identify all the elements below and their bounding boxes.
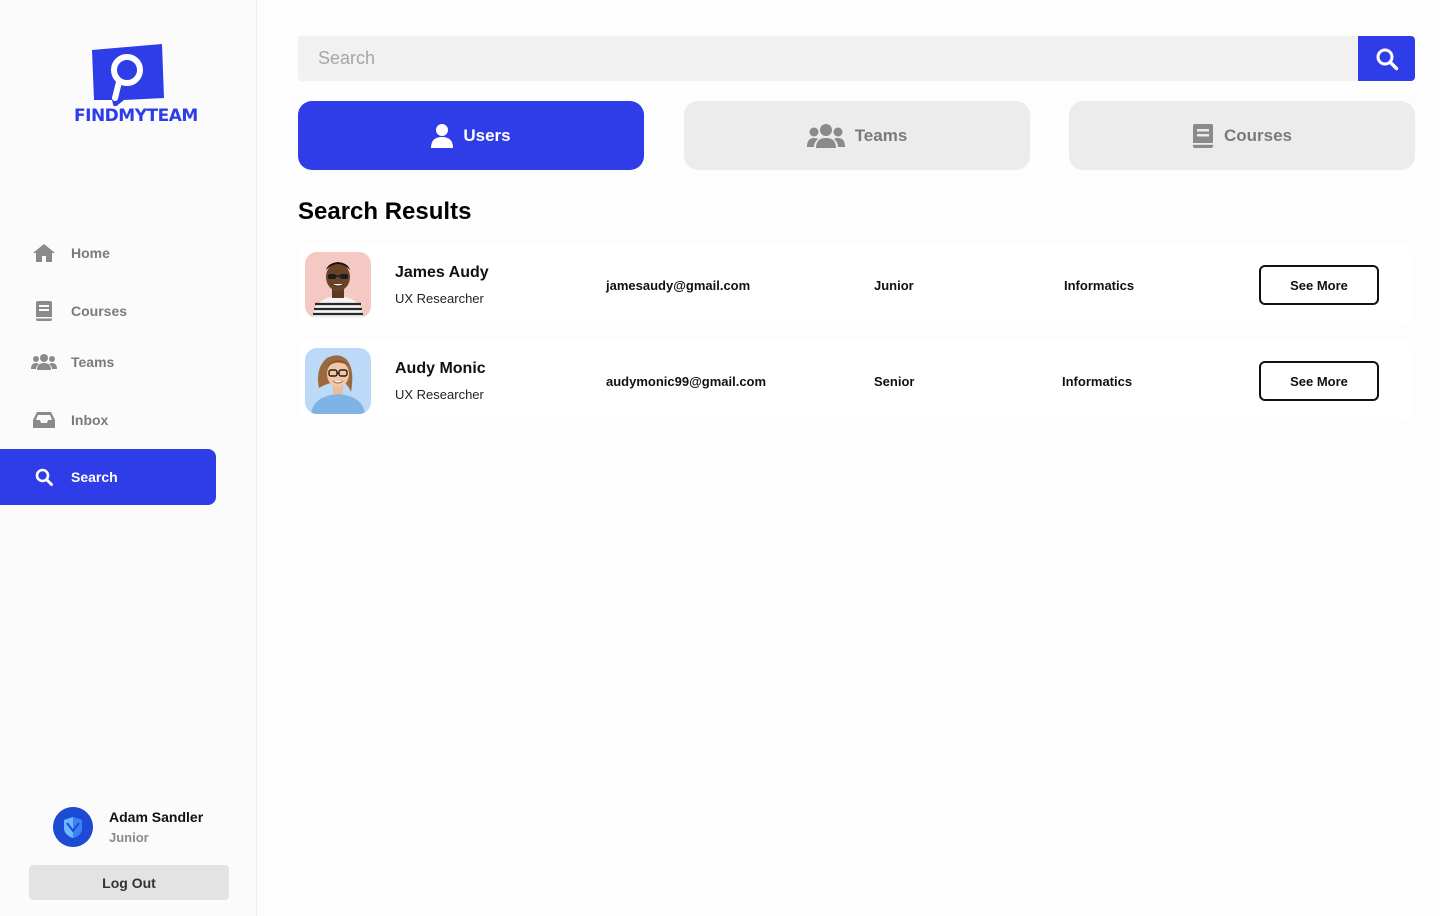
sidebar-item-search[interactable]: Search bbox=[0, 449, 216, 505]
result-level: Senior bbox=[874, 374, 915, 389]
home-icon bbox=[30, 243, 58, 263]
result-name[interactable]: James Audy bbox=[395, 264, 489, 282]
sidebar-item-teams[interactable]: Teams bbox=[0, 342, 216, 382]
sidebar-item-inbox[interactable]: Inbox bbox=[0, 400, 216, 440]
result-department: Informatics bbox=[1062, 374, 1133, 389]
see-more-button[interactable]: See More bbox=[1259, 361, 1379, 401]
sidebar-item-label: Search bbox=[71, 469, 118, 485]
page-title: Search Results bbox=[298, 198, 472, 225]
logo[interactable]: FINDMYTEAM bbox=[74, 42, 198, 132]
tab-label: Courses bbox=[1223, 125, 1293, 145]
result-role: UX Researcher bbox=[395, 387, 484, 402]
sidebar-item-courses[interactable]: Courses bbox=[0, 291, 216, 331]
result-name[interactable]: Audy Monic bbox=[395, 360, 486, 378]
result-role: UX Researcher bbox=[395, 291, 484, 306]
logo-icon bbox=[92, 44, 164, 106]
sidebar-item-label: Teams bbox=[71, 354, 115, 370]
table-row: Audy Monic UX Researcher audymonic99@gma… bbox=[298, 340, 1410, 422]
result-email: jamesaudy@gmail.com bbox=[606, 278, 751, 293]
logo-text: FINDMYTEAM bbox=[74, 106, 198, 126]
inbox-icon bbox=[30, 411, 58, 429]
sidebar-item-label: Inbox bbox=[71, 412, 109, 428]
profile-role: Junior bbox=[109, 830, 149, 845]
profile-name: Adam Sandler bbox=[109, 809, 204, 825]
tab-label: Teams bbox=[854, 125, 908, 145]
sidebar-item-label: Home bbox=[71, 245, 110, 261]
table-row: James Audy UX Researcher jamesaudy@gmail… bbox=[298, 244, 1410, 326]
search-input[interactable] bbox=[298, 36, 1358, 81]
tab-teams[interactable]: Teams bbox=[684, 101, 1030, 170]
result-level: Junior bbox=[874, 278, 914, 293]
user-profile[interactable]: Adam Sandler Junior bbox=[53, 807, 243, 847]
logout-button[interactable]: Log Out bbox=[29, 865, 229, 900]
see-more-button[interactable]: See More bbox=[1259, 265, 1379, 305]
result-email: audymonic99@gmail.com bbox=[606, 374, 767, 389]
tab-label: Users bbox=[463, 125, 511, 145]
book-icon bbox=[1192, 123, 1213, 148]
avatar bbox=[53, 807, 93, 847]
tab-courses[interactable]: Courses bbox=[1069, 101, 1415, 170]
users-group-icon bbox=[806, 123, 845, 148]
book-icon bbox=[30, 300, 58, 322]
search-button[interactable] bbox=[1358, 36, 1415, 81]
tab-users[interactable]: Users bbox=[298, 101, 644, 170]
avatar bbox=[305, 348, 371, 414]
search-icon bbox=[30, 468, 58, 486]
result-department: Informatics bbox=[1064, 278, 1135, 293]
avatar bbox=[305, 252, 371, 318]
sidebar-item-label: Courses bbox=[71, 303, 128, 319]
users-group-icon bbox=[30, 353, 58, 371]
user-icon bbox=[431, 123, 454, 148]
search-icon bbox=[1376, 48, 1398, 70]
sidebar-item-home[interactable]: Home bbox=[0, 233, 216, 273]
sidebar: FINDMYTEAM Home Courses Teams Inbox Sear… bbox=[0, 0, 257, 916]
